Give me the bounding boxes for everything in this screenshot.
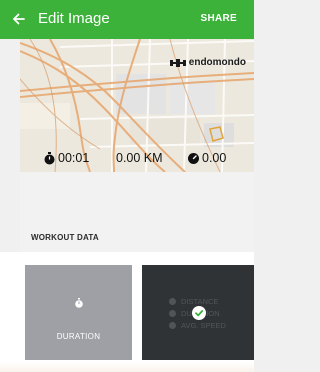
stat-duration: 00:01 bbox=[43, 151, 89, 165]
tile-multi-stats[interactable]: DISTANCE DURATION AVG. SPEED bbox=[142, 265, 254, 360]
page-title: Edit Image bbox=[38, 10, 110, 27]
tile-duration[interactable]: DURATION bbox=[25, 265, 132, 360]
tile-duration-label: DURATION bbox=[56, 332, 101, 341]
distance-icon bbox=[169, 297, 176, 305]
share-button[interactable]: SHARE bbox=[200, 13, 237, 24]
distance-value: 0.00 KM bbox=[116, 151, 163, 165]
workout-data-tiles: DURATION DISTANCE DURATION AVG. SPEED bbox=[0, 252, 254, 372]
workout-stats: 00:01 0.00 KM 0.00 bbox=[20, 149, 254, 171]
endomondo-logo-icon bbox=[169, 58, 186, 67]
list-item-label: AVG. SPEED bbox=[181, 320, 226, 330]
list-item: AVG. SPEED bbox=[169, 319, 226, 331]
stopwatch-icon bbox=[169, 309, 176, 317]
bottom-fade bbox=[0, 362, 254, 372]
back-arrow-icon[interactable] bbox=[9, 8, 31, 30]
speed-icon bbox=[169, 321, 176, 329]
endomondo-brand: endomondo bbox=[169, 57, 246, 68]
brand-name: endomondo bbox=[188, 57, 246, 68]
app-bar: Edit Image SHARE bbox=[0, 0, 254, 39]
duration-value: 00:01 bbox=[58, 151, 90, 165]
stat-speed: 0.00 bbox=[187, 151, 226, 165]
check-icon bbox=[192, 306, 206, 320]
stat-distance: 0.00 KM bbox=[116, 151, 163, 165]
speed-icon bbox=[187, 152, 200, 165]
workout-data-title: WORKOUT DATA bbox=[31, 233, 99, 242]
list-item-label: DISTANCE bbox=[181, 296, 219, 306]
speed-value: 0.00 bbox=[202, 151, 227, 165]
stopwatch-icon bbox=[74, 295, 83, 313]
stopwatch-icon bbox=[43, 151, 56, 165]
